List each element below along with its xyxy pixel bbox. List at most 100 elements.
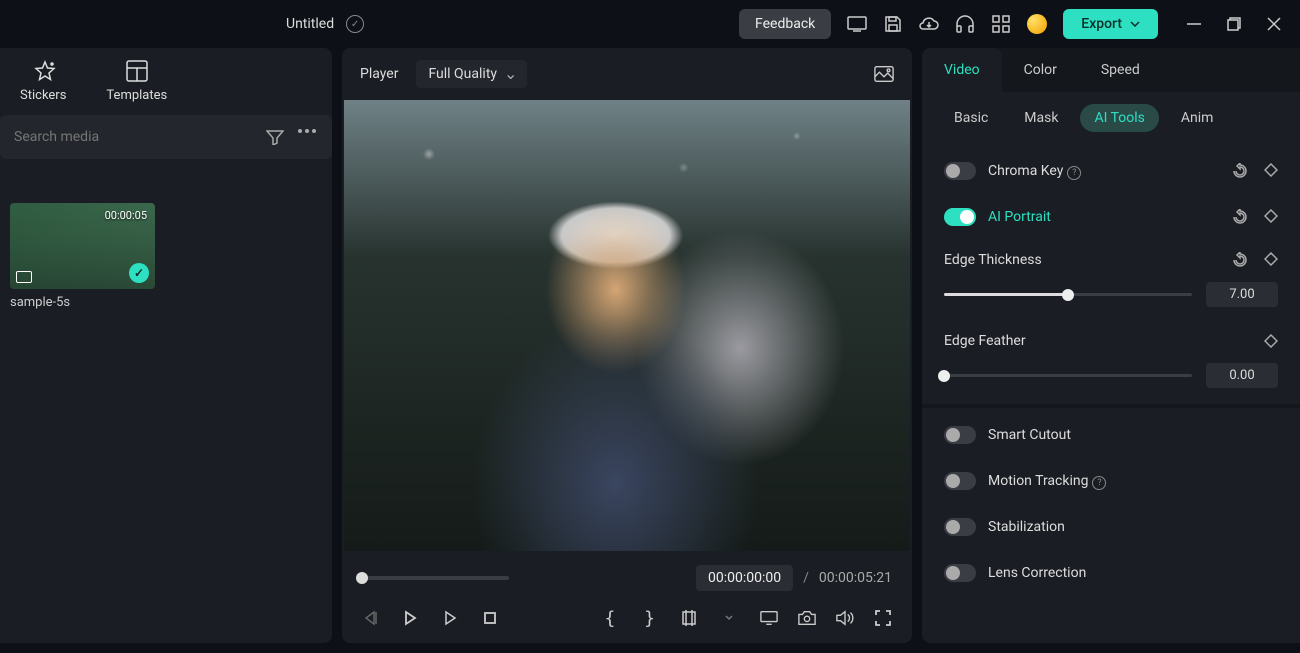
quality-select[interactable]: Full Quality — [416, 60, 527, 88]
subtab-ai-tools[interactable]: AI Tools — [1080, 104, 1158, 132]
controls-row: { } — [362, 609, 892, 627]
row-stabilization: Stabilization — [922, 504, 1300, 550]
premium-badge-icon[interactable] — [1027, 14, 1047, 34]
label-smart-cutout: Smart Cutout — [988, 427, 1278, 443]
value-edge-thickness[interactable]: 7.00 — [1206, 282, 1278, 307]
row-chroma-key: Chroma Key? — [922, 148, 1300, 194]
crop-dropdown-icon[interactable] — [720, 609, 738, 627]
play-button[interactable] — [402, 609, 420, 627]
display-icon[interactable] — [760, 609, 778, 627]
help-icon[interactable]: ? — [1092, 476, 1106, 490]
stickers-label: Stickers — [20, 88, 66, 103]
row-actions — [1232, 252, 1278, 268]
stickers-icon — [32, 60, 54, 82]
maximize-button[interactable] — [1224, 14, 1244, 34]
mark-in-icon[interactable]: { — [601, 609, 619, 627]
window-controls — [1184, 14, 1284, 34]
more-icon[interactable] — [298, 129, 316, 145]
chevron-down-icon — [1130, 21, 1140, 27]
row-ai-portrait: AI Portrait — [922, 194, 1300, 240]
quality-select-wrap: Full Quality — [416, 60, 527, 88]
controls-right — [760, 609, 892, 627]
subtab-basic[interactable]: Basic — [940, 104, 1002, 132]
label-lens-correction: Lens Correction — [988, 565, 1278, 581]
row-motion-tracking: Motion Tracking? — [922, 458, 1300, 504]
transport-controls: 00:00:00:00 / 00:00:05:21 { } — [342, 551, 912, 643]
media-panel: Stickers Templates 00:00:05 ✓ sample-5s — [0, 48, 332, 643]
reset-icon[interactable] — [1232, 209, 1248, 225]
section-edge-feather: Edge Feather — [922, 321, 1300, 355]
scrub-track[interactable] — [362, 576, 509, 580]
value-edge-feather[interactable]: 0.00 — [1206, 363, 1278, 388]
apps-grid-icon[interactable] — [991, 14, 1011, 34]
thumb-duration: 00:00:05 — [105, 209, 147, 222]
slider-track-feather[interactable] — [944, 374, 1192, 377]
subtab-mask[interactable]: Mask — [1010, 104, 1072, 132]
sub-tabs: Basic Mask AI Tools Anim — [922, 92, 1300, 144]
tab-speed[interactable]: Speed — [1079, 48, 1162, 92]
cloud-icon[interactable] — [919, 14, 939, 34]
keyframe-icon[interactable] — [1264, 163, 1278, 179]
project-title[interactable]: Untitled — [286, 16, 334, 32]
mark-out-icon[interactable]: } — [641, 609, 659, 627]
fullscreen-icon[interactable] — [874, 609, 892, 627]
reset-icon[interactable] — [1232, 163, 1248, 179]
keyframe-icon[interactable] — [1264, 334, 1278, 348]
templates-label: Templates — [106, 88, 167, 103]
tab-color[interactable]: Color — [1002, 48, 1079, 92]
toggle-lens-correction[interactable] — [944, 564, 976, 582]
toggle-chroma-key[interactable] — [944, 162, 976, 180]
stop-button[interactable] — [481, 609, 499, 627]
snapshot-icon[interactable] — [874, 64, 894, 84]
reset-icon[interactable] — [1232, 252, 1248, 268]
time-current[interactable]: 00:00:00:00 — [696, 565, 793, 591]
media-grid: 00:00:05 ✓ sample-5s — [0, 163, 332, 350]
camera-icon[interactable] — [798, 609, 816, 627]
toggle-stabilization[interactable] — [944, 518, 976, 536]
label-chroma-key: Chroma Key? — [988, 163, 1220, 180]
preview-viewport[interactable] — [344, 100, 910, 551]
label-ai-portrait: AI Portrait — [988, 209, 1220, 225]
player-header: Player Full Quality — [342, 48, 912, 100]
subtab-animation[interactable]: Anim — [1167, 104, 1228, 132]
templates-icon — [126, 60, 148, 82]
preview-image — [344, 100, 910, 551]
next-frame-button[interactable] — [441, 609, 459, 627]
row-lens-correction: Lens Correction — [922, 550, 1300, 596]
top-bar: Untitled ✓ Feedback Export — [0, 0, 1300, 48]
media-name: sample-5s — [10, 295, 322, 310]
label-edge-thickness: Edge Thickness — [944, 252, 1232, 268]
media-tabs: Stickers Templates — [0, 48, 332, 111]
minimize-button[interactable] — [1184, 14, 1204, 34]
filter-icon[interactable] — [266, 129, 284, 145]
volume-icon[interactable] — [836, 609, 854, 627]
toggle-motion-tracking[interactable] — [944, 472, 976, 490]
export-button[interactable]: Export — [1063, 9, 1158, 39]
slider-track-thickness[interactable] — [944, 293, 1192, 296]
toggle-ai-portrait[interactable] — [944, 208, 976, 226]
feedback-button[interactable]: Feedback — [739, 9, 831, 39]
time-display: 00:00:00:00 / 00:00:05:21 — [696, 565, 892, 591]
scrub-thumb[interactable] — [356, 572, 368, 584]
saved-check-icon: ✓ — [346, 15, 364, 33]
keyframe-icon[interactable] — [1264, 252, 1278, 268]
slider-thumb-thickness[interactable] — [1062, 289, 1074, 301]
media-thumbnail[interactable]: 00:00:05 ✓ — [10, 203, 155, 289]
close-button[interactable] — [1264, 14, 1284, 34]
tab-stickers[interactable]: Stickers — [20, 60, 66, 103]
prev-frame-button[interactable] — [362, 609, 380, 627]
row-actions — [1232, 209, 1278, 225]
slider-thumb-feather[interactable] — [938, 370, 950, 382]
headphones-icon[interactable] — [955, 14, 975, 34]
device-preview-icon[interactable] — [847, 14, 867, 34]
property-tabs: Video Color Speed — [922, 48, 1300, 92]
tab-video[interactable]: Video — [922, 48, 1002, 92]
label-edge-feather: Edge Feather — [944, 333, 1264, 349]
keyframe-icon[interactable] — [1264, 209, 1278, 225]
help-icon[interactable]: ? — [1067, 166, 1081, 180]
tab-templates[interactable]: Templates — [106, 60, 167, 103]
toggle-smart-cutout[interactable] — [944, 426, 976, 444]
crop-icon[interactable] — [680, 609, 698, 627]
save-icon[interactable] — [883, 14, 903, 34]
search-input[interactable] — [10, 123, 266, 151]
